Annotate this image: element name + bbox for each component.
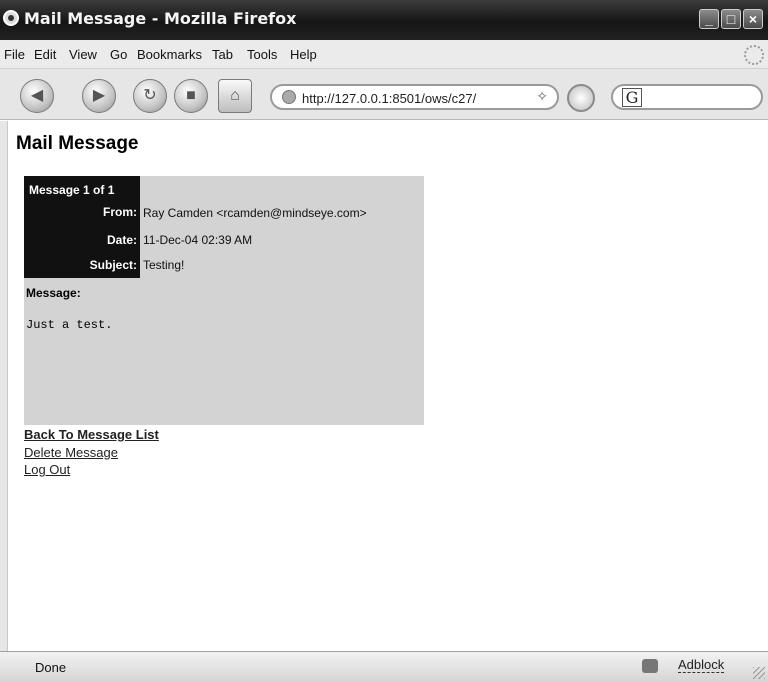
- throbber-icon: [744, 45, 764, 65]
- globe-icon: [282, 90, 296, 104]
- from-value: Ray Camden <rcamden@mindseye.com>: [143, 206, 367, 220]
- resize-grip-icon[interactable]: [753, 667, 765, 679]
- addon-icon[interactable]: [642, 659, 658, 673]
- subject-value: Testing!: [143, 258, 185, 272]
- log-out-link[interactable]: Log Out: [24, 462, 70, 477]
- from-label-cell: From:: [24, 200, 140, 227]
- from-label: From:: [103, 205, 137, 219]
- url-bar[interactable]: ✧: [270, 84, 559, 110]
- navigation-toolbar: ◀ ▶ ↻ ■ ⌂ ✧ G: [0, 69, 768, 120]
- window-title: Mail Message - Mozilla Firefox: [24, 9, 297, 28]
- stop-icon: ■: [186, 87, 196, 104]
- date-value: 11-Dec-04 02:39 AM: [143, 233, 253, 247]
- stop-button[interactable]: ■: [174, 79, 208, 113]
- page-title: Mail Message: [16, 133, 139, 154]
- menu-file[interactable]: File: [4, 47, 25, 62]
- menu-bar: File Edit View Go Bookmarks Tab Tools He…: [0, 40, 768, 69]
- forward-button[interactable]: ▶: [82, 79, 116, 113]
- search-input[interactable]: [647, 89, 753, 107]
- forward-icon: ▶: [92, 87, 106, 104]
- reload-icon: ↻: [143, 87, 157, 104]
- home-button[interactable]: ⌂: [218, 79, 252, 113]
- status-bar: Done Adblock: [0, 651, 768, 681]
- back-to-list-link[interactable]: Back To Message List: [24, 427, 159, 442]
- menu-edit[interactable]: Edit: [34, 47, 56, 62]
- url-input[interactable]: [302, 89, 522, 107]
- adblock-button[interactable]: Adblock: [678, 657, 725, 673]
- date-label-cell: Date:: [24, 227, 140, 254]
- home-icon: ⌂: [230, 87, 240, 104]
- delete-message-link[interactable]: Delete Message: [24, 445, 118, 460]
- menu-view[interactable]: View: [69, 47, 97, 62]
- minimize-button[interactable]: _: [699, 9, 719, 29]
- menu-bookmarks[interactable]: Bookmarks: [137, 47, 202, 62]
- firefox-logo-icon: [3, 10, 19, 26]
- menu-help[interactable]: Help: [290, 47, 317, 62]
- maximize-button[interactable]: □: [721, 9, 741, 29]
- go-button[interactable]: [567, 84, 595, 112]
- window-left-edge: [0, 121, 8, 651]
- menu-tab[interactable]: Tab: [212, 47, 233, 62]
- back-icon: ◀: [30, 87, 44, 104]
- menu-tools[interactable]: Tools: [247, 47, 277, 62]
- reload-button[interactable]: ↻: [133, 79, 167, 113]
- message-body-label: Message:: [26, 286, 81, 300]
- date-label: Date:: [106, 233, 137, 247]
- subject-label: Subject:: [89, 258, 137, 272]
- message-body: Just a test.: [26, 318, 113, 332]
- menu-go[interactable]: Go: [110, 47, 127, 62]
- bookmark-icon[interactable]: ✧: [536, 88, 548, 105]
- back-button[interactable]: ◀: [20, 79, 54, 113]
- message-counter: Message 1 of 1: [29, 183, 115, 197]
- window-title-bar[interactable]: Mail Message - Mozilla Firefox _ □ ×: [0, 0, 768, 40]
- subject-label-cell: Subject:: [24, 254, 140, 278]
- close-button[interactable]: ×: [743, 9, 763, 29]
- status-text: Done: [35, 660, 67, 675]
- search-bar[interactable]: G: [611, 84, 763, 110]
- search-engine-icon[interactable]: G: [622, 88, 642, 107]
